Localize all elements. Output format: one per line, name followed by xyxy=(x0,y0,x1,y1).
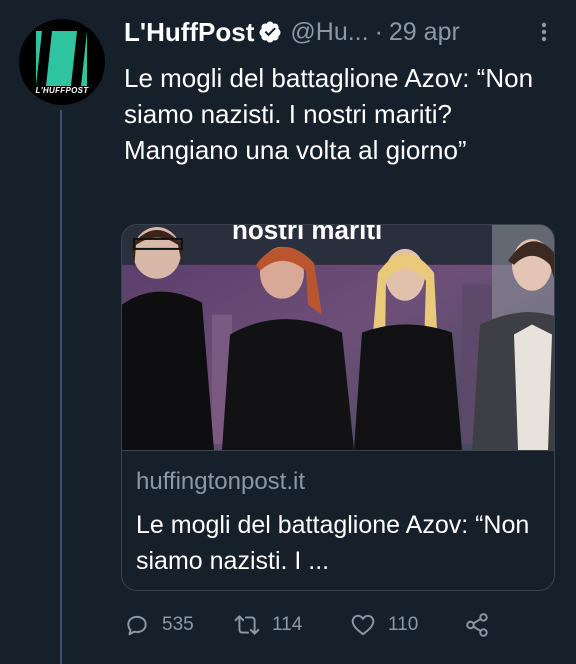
reply-button[interactable]: 535 xyxy=(124,608,194,642)
tweet-header: L'HuffPost @Hu... · 29 apr xyxy=(124,14,460,50)
header-separator: · xyxy=(374,17,383,46)
link-card[interactable]: nostri mariti huffingtonpost.it Le mogli… xyxy=(121,224,555,591)
share-button[interactable] xyxy=(464,608,490,642)
heart-icon xyxy=(351,614,375,636)
verified-badge-icon xyxy=(259,21,281,43)
tweet-actions: 535 114 110 xyxy=(124,608,554,642)
tweet-text: Le mogli del battaglione Azov: “Non siam… xyxy=(124,63,534,165)
retweet-count: 114 xyxy=(272,614,303,635)
card-image-overlay-text: nostri mariti xyxy=(232,225,382,245)
author-handle[interactable]: @Hu... xyxy=(290,18,368,47)
author-avatar[interactable]: L'HUFFPOST xyxy=(19,19,105,105)
share-icon xyxy=(466,613,488,637)
reply-icon xyxy=(127,615,147,636)
thread-line xyxy=(60,110,62,664)
card-domain: huffingtonpost.it xyxy=(136,468,306,495)
reply-count: 535 xyxy=(162,614,194,635)
more-options-icon[interactable] xyxy=(534,20,554,44)
like-button[interactable]: 110 xyxy=(350,608,418,642)
tweet-date[interactable]: 29 apr xyxy=(389,18,460,47)
author-display-name[interactable]: L'HuffPost xyxy=(124,17,254,48)
retweet-icon xyxy=(234,615,260,635)
card-image: nostri mariti xyxy=(122,225,554,451)
avatar-brand-text: L'HUFFPOST xyxy=(35,86,89,95)
like-count: 110 xyxy=(388,614,419,635)
card-title: Le mogli del battaglione Azov: “Non siam… xyxy=(136,511,530,575)
huffpost-logo-icon xyxy=(36,31,87,86)
retweet-button[interactable]: 114 xyxy=(234,608,302,642)
